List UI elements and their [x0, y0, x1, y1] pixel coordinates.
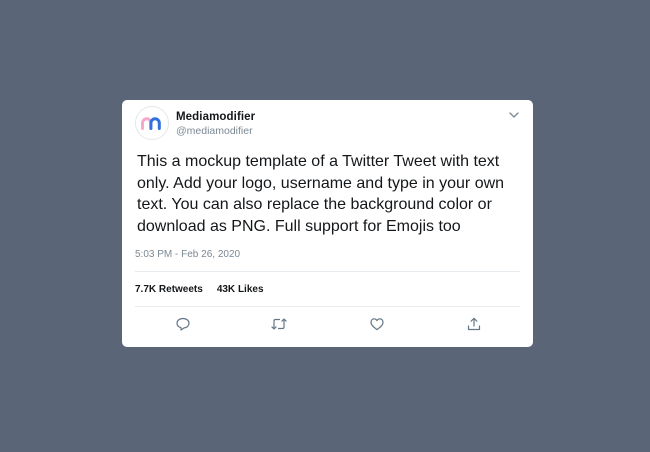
likes-stat[interactable]: 43K Likes — [217, 284, 264, 295]
like-button[interactable] — [368, 316, 386, 332]
divider — [135, 271, 520, 272]
user-handle[interactable]: @mediamodifier — [176, 125, 253, 137]
likes-count: 43K — [216, 284, 236, 295]
tweet-text: This a mockup template of a Twitter Twee… — [137, 153, 505, 235]
tweet-timestamp[interactable]: 5:03 PM - Feb 26, 2020 — [135, 249, 240, 260]
tweet-menu-button[interactable] — [507, 108, 521, 120]
likes-label: Likes — [237, 284, 264, 295]
retweets-label: Retweets — [158, 284, 203, 295]
tweet-stats: 7.7K Retweets 43K Likes — [135, 284, 264, 295]
reply-button[interactable] — [174, 316, 192, 332]
mediamodifier-logo-icon — [141, 117, 161, 130]
heart-icon — [370, 318, 384, 331]
avatar[interactable] — [135, 106, 169, 140]
retweets-stat[interactable]: 7.7K Retweets — [135, 284, 203, 295]
divider — [135, 306, 520, 307]
retweet-button[interactable] — [270, 316, 288, 332]
retweets-count: 7.7K — [135, 284, 157, 295]
reply-icon — [176, 317, 190, 331]
chevron-down-icon — [509, 112, 519, 118]
tweet-card: Mediamodifier @mediamodifier This a mock… — [122, 100, 533, 347]
retweet-icon — [271, 318, 287, 330]
display-name[interactable]: Mediamodifier — [176, 111, 255, 123]
share-icon — [467, 317, 481, 331]
share-button[interactable] — [465, 316, 483, 332]
